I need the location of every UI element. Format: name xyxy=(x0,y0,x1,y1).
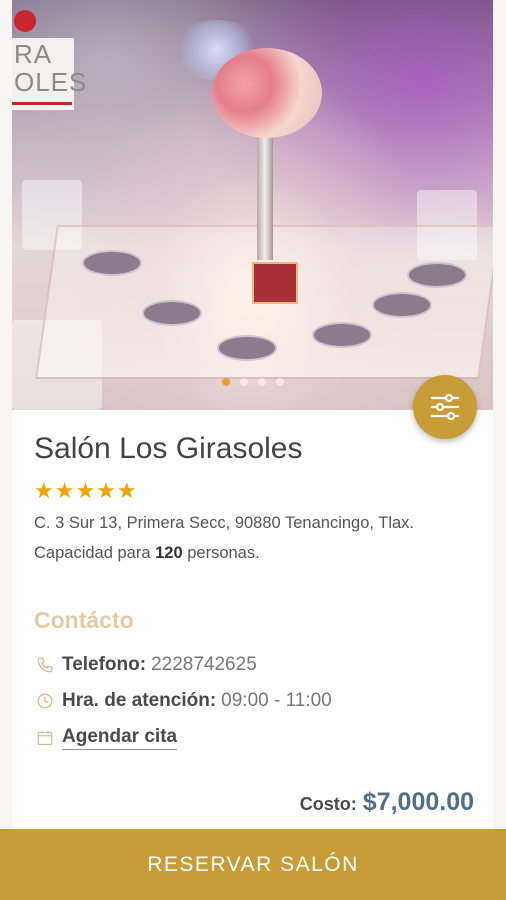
venue-logo-text: RA OLES xyxy=(14,39,88,97)
hours-label: Hra. de atención: xyxy=(62,690,217,711)
carousel-dot[interactable] xyxy=(221,378,230,386)
hours-value: 09:00 - 11:00 xyxy=(221,690,332,711)
phone-label: Telefono: xyxy=(62,654,147,675)
cost-label: Costo: xyxy=(299,794,357,814)
centerpiece-vase xyxy=(257,130,273,260)
left-gutter xyxy=(0,0,12,900)
phone-row[interactable]: Telefono: 2228742625 xyxy=(34,652,257,678)
venue-capacity: Capacidad para 120 personas. xyxy=(34,544,260,563)
flower-centerpiece xyxy=(212,48,322,138)
filter-button[interactable] xyxy=(413,375,477,439)
cost-summary: Costo: $7,000.00 xyxy=(300,788,474,817)
plate xyxy=(312,322,372,348)
cost-value: $7,000.00 xyxy=(362,788,474,816)
capacity-prefix: Capacidad para xyxy=(34,544,151,562)
schedule-appointment-link[interactable]: Agendar cita xyxy=(62,726,178,750)
rating-stars: ★★★★★ xyxy=(34,478,138,503)
capacity-value: 120 xyxy=(155,544,183,562)
carousel-dot[interactable] xyxy=(239,378,248,386)
venue-address: C. 3 Sur 13, Primera Secc, 90880 Tenanci… xyxy=(34,514,415,532)
phone-value[interactable]: 2228742625 xyxy=(151,654,257,676)
plate xyxy=(407,262,467,288)
carousel-dot[interactable] xyxy=(257,378,266,386)
logo-flower-mark xyxy=(14,10,36,32)
table-number-sign xyxy=(252,262,298,304)
appointment-row[interactable]: Agendar cita xyxy=(34,725,178,751)
plate xyxy=(217,335,277,361)
plate xyxy=(372,292,432,318)
plate xyxy=(82,250,142,276)
contact-heading: Contácto xyxy=(34,607,134,633)
carousel-dot[interactable] xyxy=(275,378,284,386)
clock-icon xyxy=(34,690,56,712)
logo-underline xyxy=(12,102,72,105)
reserve-button-label: RESERVAR SALÓN xyxy=(147,852,359,876)
sliders-icon xyxy=(430,394,460,420)
phone-icon xyxy=(34,654,56,676)
plate xyxy=(142,300,202,326)
venue-photo-carousel[interactable]: RA OLES xyxy=(12,0,493,410)
capacity-suffix: personas. xyxy=(187,544,260,562)
venue-name: Salón Los Girasoles xyxy=(34,432,303,465)
right-gutter xyxy=(493,0,506,900)
hours-row: Hra. de atención: 09:00 - 11:00 xyxy=(34,688,332,714)
calendar-icon xyxy=(34,727,56,749)
reserve-venue-button[interactable]: RESERVAR SALÓN xyxy=(0,829,506,900)
